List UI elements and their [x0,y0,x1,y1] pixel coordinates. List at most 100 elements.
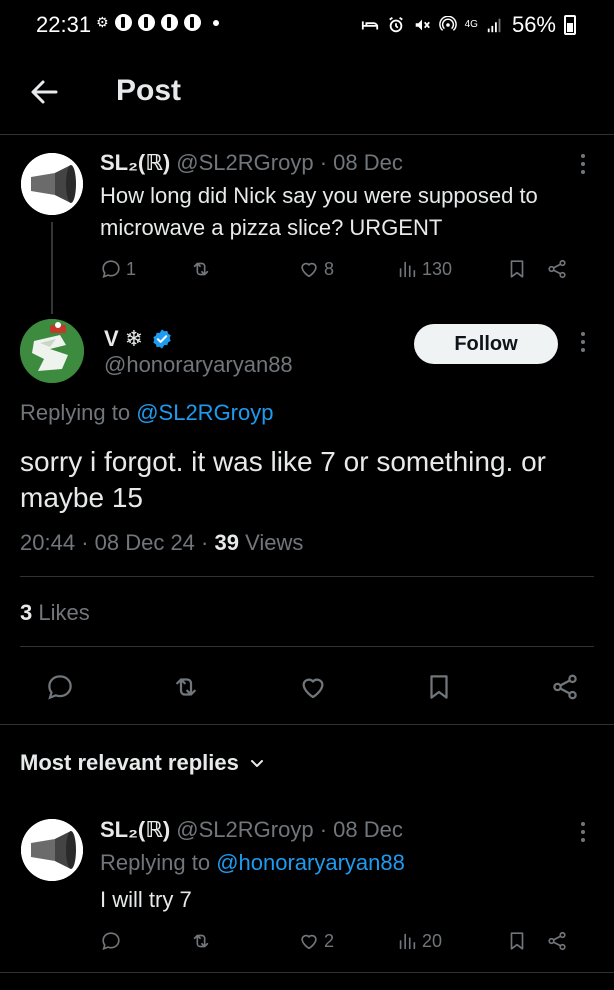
reply-button[interactable]: 1 [100,258,190,280]
avatar[interactable] [20,319,84,383]
view-count: 20 [422,930,443,951]
bookmark-icon [510,932,524,950]
verified-badge-icon [153,329,171,349]
like-button[interactable]: 8 [298,258,396,280]
meta-divider [20,576,594,577]
reply-header: SL₂(ℝ) @SL2RGroyp · 08 Dec [100,817,403,843]
avatar[interactable] [21,819,83,881]
actions-divider [0,724,614,725]
more-options-icon[interactable] [580,332,586,352]
repost-button[interactable] [190,258,298,280]
share-button[interactable] [546,930,568,952]
main-actions [45,670,580,704]
post-time: 20:44 [20,530,76,555]
hotspot-icon [438,16,457,31]
reply-button[interactable] [100,930,190,952]
replying-prefix: Replying to [100,850,211,875]
avatar[interactable] [21,153,83,215]
views-button[interactable]: 20 [396,930,506,952]
author-name-row: V ❄ [104,326,173,352]
megaphone-avatar-icon [21,153,83,215]
analytics-icon [399,933,416,950]
thread-line [51,222,53,314]
share-icon [548,931,566,951]
stats-divider [20,646,594,647]
display-name[interactable]: SL₂(ℝ) [100,817,170,842]
likes-label: Likes [38,600,90,625]
post-text: sorry i forgot. it was like 7 or somethi… [20,446,546,513]
more-options-icon[interactable] [580,154,586,174]
bookmark-button[interactable] [506,930,546,952]
battery-icon [564,15,576,35]
facebook-icon [183,14,201,31]
view-count: 130 [422,258,453,279]
replying-to: Replying to @honoraryaryan88 [100,850,405,876]
facebook-icon [137,14,155,31]
replies-sort-label: Most relevant replies [20,750,239,775]
share-icon [553,674,577,700]
reply-icon [48,675,72,700]
alarm-icon [388,17,403,33]
display-name[interactable]: V ❄ [104,326,143,352]
heart-icon [302,678,323,699]
repost-icon [193,262,209,276]
mute-icon [415,19,430,31]
replying-to-link[interactable]: @honoraryaryan88 [216,850,405,875]
more-notifications-dot-icon [212,19,219,26]
likes-count: 3 [20,600,33,625]
reply-icon [102,932,120,951]
post-header: SL₂(ℝ) @SL2RGroyp · 08 Dec [100,150,403,176]
reply-icon [102,260,120,279]
reply-button[interactable] [45,672,75,702]
handle[interactable]: @SL2RGroyp [176,150,313,175]
reply-text: I will try 7 [100,887,192,912]
follow-button[interactable]: Follow [414,324,558,364]
like-button[interactable] [298,672,328,702]
page-title: Post [116,74,182,107]
like-count: 2 [324,930,335,951]
analytics-icon [399,261,416,278]
views-label: Views [245,530,304,555]
status-notification-icons: ⚙ [96,14,219,31]
repost-button[interactable] [171,672,201,702]
more-options-icon[interactable] [580,822,586,842]
share-button[interactable] [546,258,568,280]
post-date: · 08 Dec [319,150,403,175]
signal-icon [487,18,501,33]
gear-sparkle-icon: ⚙ [96,14,109,30]
bookmark-button[interactable] [506,258,546,280]
bed-icon [361,21,378,30]
header-divider [0,134,614,135]
share-icon [548,259,566,279]
reply-divider [0,972,614,973]
replying-to: Replying to @SL2RGroyp [20,400,273,426]
views-button[interactable]: 130 [396,258,506,280]
replying-prefix: Replying to [20,400,131,425]
repost-icon [193,934,209,948]
reply-actions: 2 20 [100,930,590,952]
status-time: 22:31 [36,12,92,37]
repost-button[interactable] [190,930,298,952]
handle[interactable]: @SL2RGroyp [176,817,313,842]
anime-avatar-icon [20,319,84,383]
post-date: · 08 Dec 24 · [81,530,209,555]
reply-count: 1 [126,258,137,279]
bookmark-icon [430,675,448,699]
network-type: 4G [464,19,478,30]
views-count: 39 [214,530,239,555]
repost-icon [176,678,197,696]
likes-stat[interactable]: 3 Likes [20,600,90,626]
handle[interactable]: @honoraryaryan88 [104,352,293,378]
post-actions: 1 8 130 [100,258,590,280]
replies-sort-toggle[interactable]: Most relevant replies [20,750,265,776]
chevron-down-icon [250,760,263,767]
replying-to-link[interactable]: @SL2RGroyp [136,400,273,425]
facebook-icon [160,14,178,31]
share-button[interactable] [550,672,580,702]
like-button[interactable]: 2 [298,930,396,952]
arrow-left-icon[interactable] [28,76,60,108]
bookmark-button[interactable] [424,672,454,702]
display-name[interactable]: SL₂(ℝ) [100,150,170,175]
megaphone-avatar-icon [21,819,83,881]
post-date: · 08 Dec [319,817,403,842]
